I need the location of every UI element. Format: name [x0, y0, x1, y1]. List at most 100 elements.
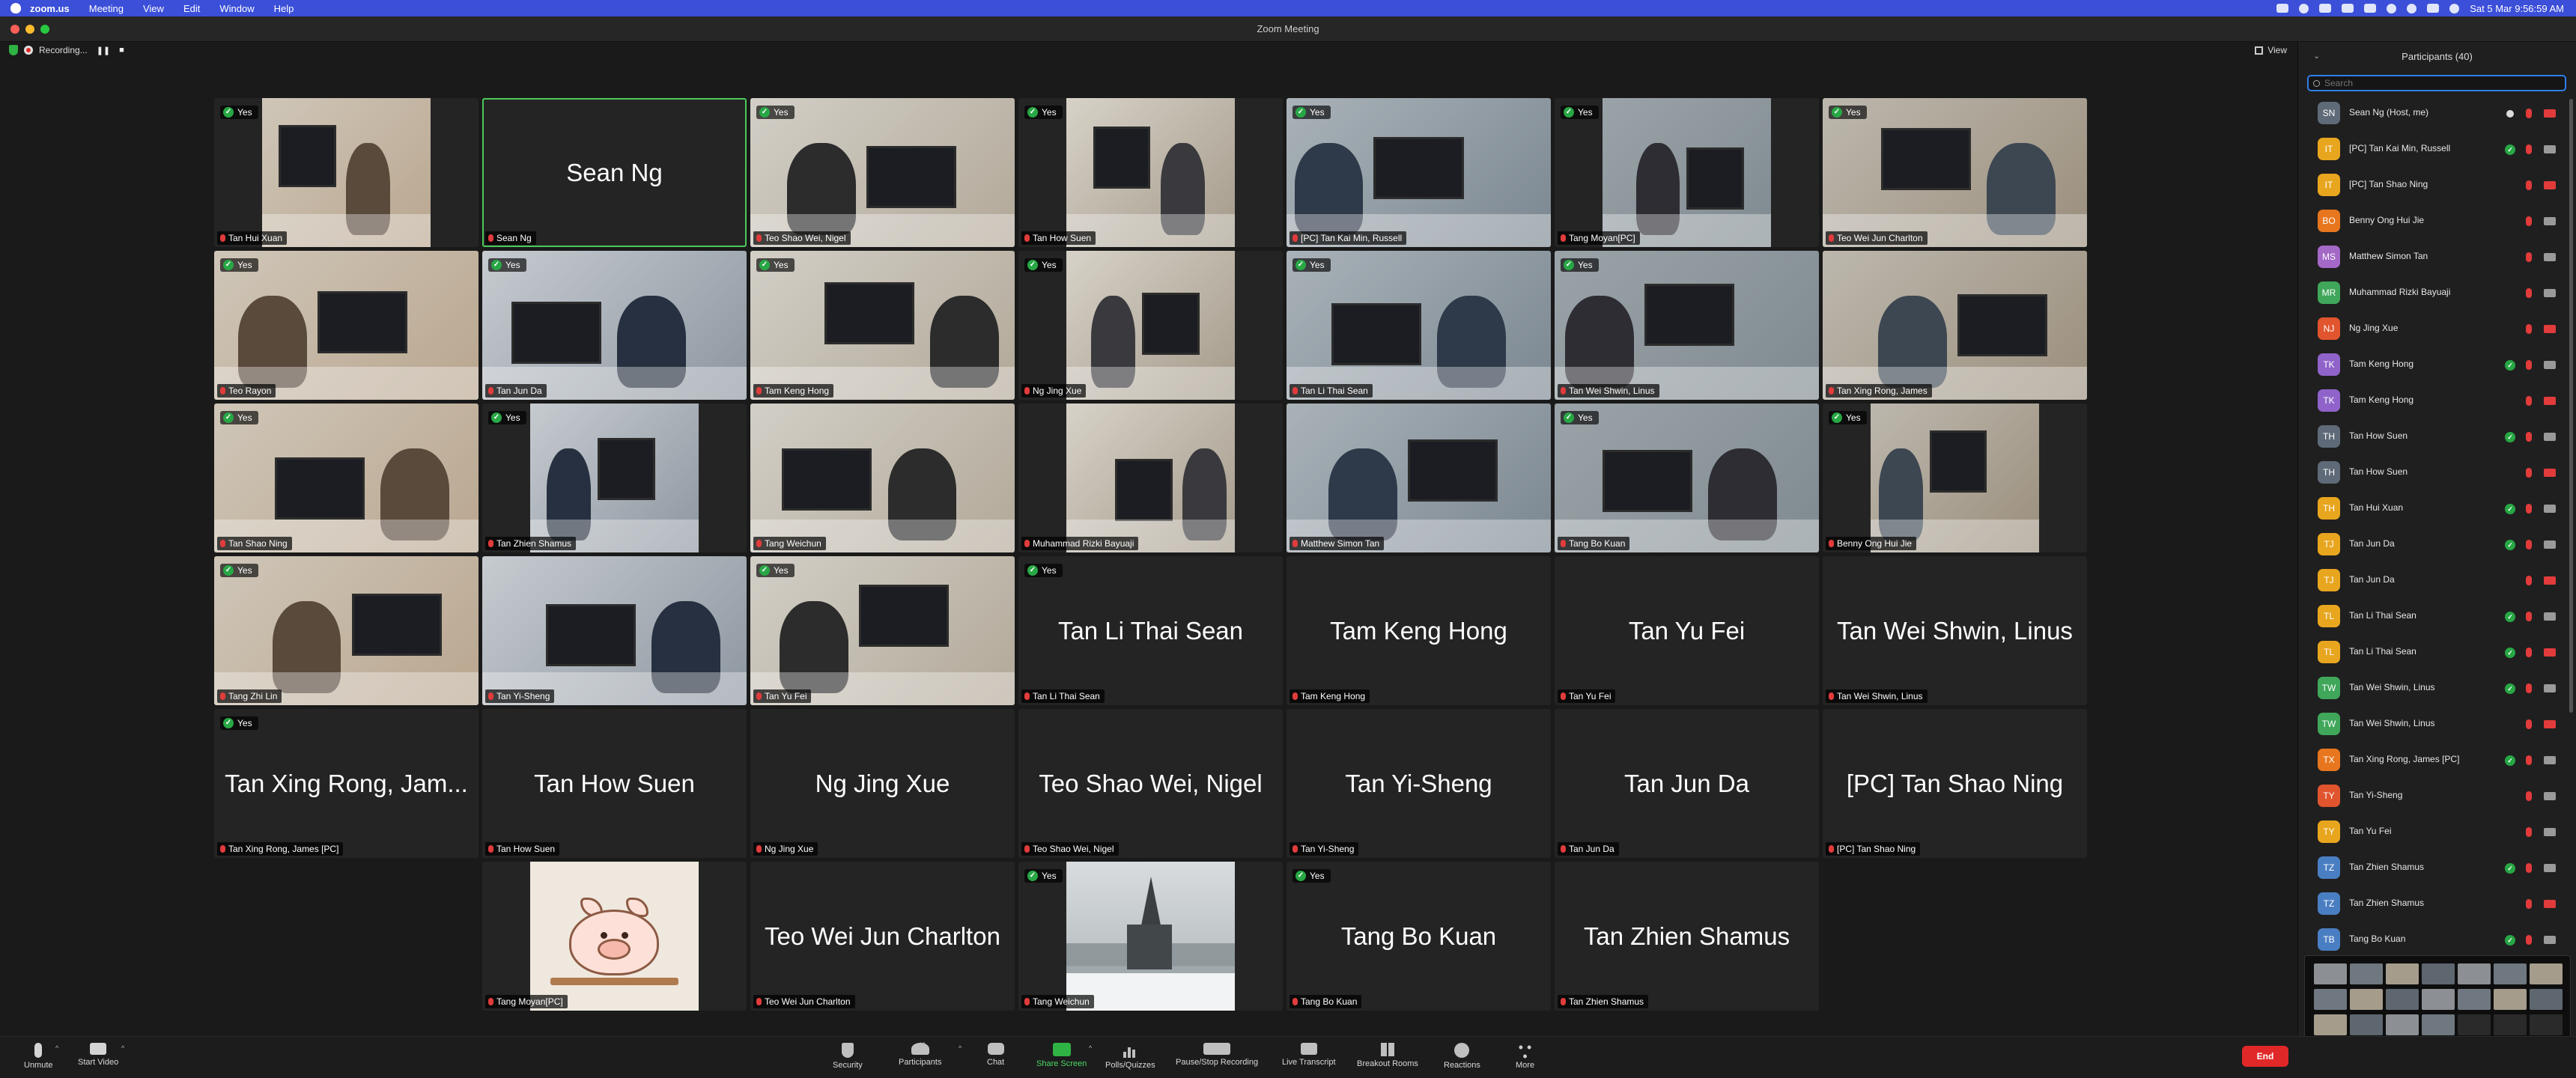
participant-row[interactable]: TY Tan Yi-Sheng [2298, 779, 2576, 814]
camera-on-icon[interactable] [2544, 253, 2556, 261]
microphone-muted-icon[interactable] [2526, 360, 2532, 370]
pause-recording-icon[interactable]: ❚❚ [97, 46, 110, 55]
profile-icon[interactable] [2299, 3, 2309, 13]
participant-tile[interactable]: Tan How Suen Tan How Suen [482, 709, 747, 858]
camera-on-icon[interactable] [2544, 505, 2556, 513]
microphone-muted-icon[interactable] [2526, 827, 2532, 837]
participant-tile[interactable]: Tan Yi-Sheng [482, 556, 747, 705]
participant-row[interactable]: IT [PC] Tan Kai Min, Russell ✓ [2298, 132, 2576, 168]
camera-off-icon[interactable] [2544, 648, 2556, 657]
camera-off-icon[interactable] [2544, 900, 2556, 908]
camera-on-icon[interactable] [2544, 612, 2556, 621]
end-meeting-button[interactable]: End [2242, 1046, 2288, 1067]
participant-row[interactable]: MR Muhammad Rizki Bayuaji [2298, 275, 2576, 311]
pause-stop-recording-button[interactable]: Pause/Stop Recording [1176, 1043, 1258, 1077]
participant-row[interactable]: TX Tan Xing Rong, James [PC] ✓ [2298, 743, 2576, 779]
menu-window[interactable]: Window [219, 3, 254, 14]
video-options-caret-icon[interactable]: ^ [121, 1044, 124, 1052]
unmute-button[interactable]: Unmute ^ [24, 1043, 58, 1077]
participant-tile[interactable]: ✓ Yes Teo Wei Jun Charlton [1823, 98, 2087, 247]
participant-tile[interactable]: Tan Wei Shwin, Linus Tan Wei Shwin, Linus [1823, 556, 2087, 705]
camera-on-icon[interactable] [2544, 936, 2556, 944]
participant-row[interactable]: BO Benny Ong Hui Jie [2298, 204, 2576, 240]
share-screen-button[interactable]: Share Screen ^ [1036, 1043, 1092, 1077]
participant-row[interactable]: NJ Ng Jing Xue [2298, 311, 2576, 347]
microphone-muted-icon[interactable] [2526, 791, 2532, 801]
menu-help[interactable]: Help [274, 3, 294, 14]
audio-options-caret-icon[interactable]: ^ [55, 1044, 58, 1052]
participant-row[interactable]: TJ Tan Jun Da [2298, 563, 2576, 599]
participant-tile[interactable]: ✓ Yes Tang Weichun [1018, 862, 1283, 1011]
camera-on-icon[interactable] [2544, 792, 2556, 800]
siri-icon[interactable] [2449, 3, 2460, 13]
participant-tile[interactable]: ✓ Yes Tan Li Thai Sean [1287, 251, 1551, 400]
start-video-button[interactable]: Start Video ^ [78, 1043, 124, 1077]
participant-tile[interactable]: Sean Ng Sean Ng [482, 98, 747, 247]
participant-tile[interactable]: Tan Jun Da Tan Jun Da [1555, 709, 1819, 858]
camera-on-icon[interactable] [2544, 756, 2556, 764]
breakout-rooms-button[interactable]: Breakout Rooms [1357, 1043, 1418, 1077]
participant-row[interactable]: TZ Tan Zhien Shamus ✓ [2298, 850, 2576, 886]
microphone-muted-icon[interactable] [2526, 324, 2532, 334]
reactions-button[interactable]: Reactions [1444, 1043, 1480, 1077]
participant-tile[interactable]: Tan Li Thai Sean ✓ Yes Tan Li Thai Sean [1018, 556, 1283, 705]
participant-tile[interactable]: Tang Moyan[PC] [482, 862, 747, 1011]
cloud-icon[interactable] [2319, 4, 2332, 13]
camera-on-icon[interactable] [2544, 145, 2556, 153]
participant-row[interactable]: TY Tan Yu Fei [2298, 814, 2576, 850]
view-button[interactable]: View [2255, 45, 2287, 55]
participant-tile[interactable]: [PC] Tan Shao Ning [PC] Tan Shao Ning [1823, 709, 2087, 858]
camera-off-icon[interactable] [2544, 720, 2556, 728]
participant-list-scrollbar[interactable] [2569, 99, 2573, 713]
share-options-caret-icon[interactable]: ^ [1089, 1044, 1092, 1052]
camera-on-icon[interactable] [2544, 684, 2556, 692]
participant-row[interactable]: TW Tan Wei Shwin, Linus ✓ [2298, 671, 2576, 707]
microphone-muted-icon[interactable] [2526, 432, 2532, 442]
camera-on-icon[interactable] [2544, 433, 2556, 441]
participant-tile[interactable]: Tan Xing Rong, Jam... ✓ Yes Tan Xing Rong, … [214, 709, 479, 858]
participant-row[interactable]: IT [PC] Tan Shao Ning [2298, 168, 2576, 204]
participant-tile[interactable]: Muhammad Rizki Bayuaji [1018, 404, 1283, 552]
microphone-muted-icon[interactable] [2526, 612, 2532, 621]
more-button[interactable]: • • • More [1516, 1041, 1534, 1077]
participant-row[interactable]: MS Matthew Simon Tan [2298, 240, 2576, 275]
camera-off-icon[interactable] [2544, 181, 2556, 189]
microphone-muted-icon[interactable] [2526, 109, 2532, 118]
microphone-muted-icon[interactable] [2526, 755, 2532, 765]
participant-tile[interactable]: ✓ Yes Benny Ong Hui Jie [1823, 404, 2087, 552]
participant-tile[interactable]: Matthew Simon Tan [1287, 404, 1551, 552]
microphone-muted-icon[interactable] [2526, 935, 2532, 945]
camera-on-icon[interactable] [2544, 361, 2556, 369]
participant-search[interactable] [2307, 75, 2566, 91]
extension-icon[interactable] [2342, 4, 2354, 13]
microphone-muted-icon[interactable] [2526, 396, 2532, 406]
participant-tile[interactable]: Tang Bo Kuan ✓ Yes Tang Bo Kuan [1287, 862, 1551, 1011]
participant-tile[interactable]: ✓ Yes [PC] Tan Kai Min, Russell [1287, 98, 1551, 247]
spotlight-icon[interactable] [2407, 3, 2417, 13]
microphone-muted-icon[interactable] [2526, 288, 2532, 298]
microphone-muted-icon[interactable] [2526, 252, 2532, 262]
zoom-status-icon[interactable] [2276, 4, 2289, 13]
participant-tile[interactable]: ✓ Yes Tan How Suen [1018, 98, 1283, 247]
menubar-app-name[interactable]: zoom.us [30, 3, 70, 14]
apple-icon[interactable] [10, 3, 21, 13]
battery-icon[interactable] [2364, 4, 2377, 13]
participant-tile[interactable]: ✓ Yes Teo Shao Wei, Nigel [750, 98, 1015, 247]
participants-button[interactable]: 40 Participants ^ [899, 1041, 962, 1077]
microphone-muted-icon[interactable] [2526, 899, 2532, 909]
microphone-muted-icon[interactable] [2526, 719, 2532, 729]
polls-button[interactable]: Polls/Quizzes [1105, 1043, 1155, 1077]
participant-search-input[interactable] [2324, 78, 2549, 88]
participant-tile[interactable]: Tam Keng Hong Tam Keng Hong [1287, 556, 1551, 705]
camera-on-icon[interactable] [2544, 864, 2556, 872]
microphone-muted-icon[interactable] [2526, 576, 2532, 585]
camera-on-icon[interactable] [2544, 289, 2556, 297]
participant-row[interactable]: TK Tam Keng Hong [2298, 383, 2576, 419]
participant-tile[interactable]: Teo Wei Jun Charlton Teo Wei Jun Charlton [750, 862, 1015, 1011]
microphone-muted-icon[interactable] [2526, 648, 2532, 657]
microphone-muted-icon[interactable] [2526, 683, 2532, 693]
camera-off-icon[interactable] [2544, 397, 2556, 405]
participant-row[interactable]: TH Tan How Suen [2298, 455, 2576, 491]
camera-on-icon[interactable] [2544, 828, 2556, 836]
participant-tile[interactable]: Tan Yu Fei Tan Yu Fei [1555, 556, 1819, 705]
